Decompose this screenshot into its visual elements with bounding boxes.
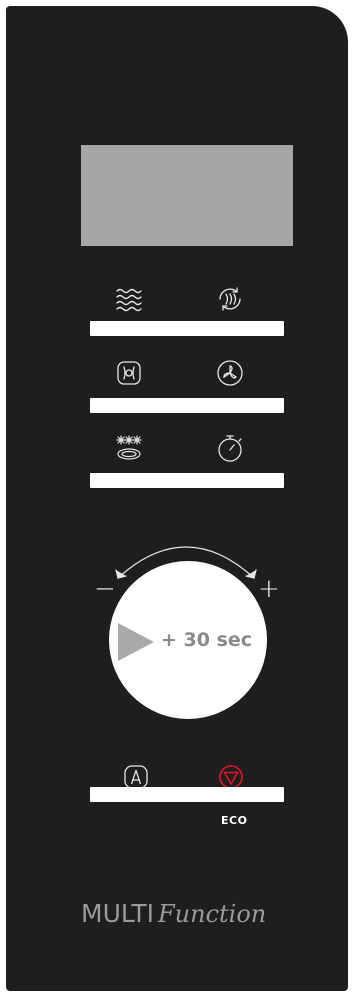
convection-fan-icon — [214, 357, 246, 389]
defrost-icon — [113, 432, 145, 464]
row-1-touch-bar[interactable] — [90, 321, 284, 336]
increase-symbol: + — [258, 574, 280, 604]
decrease-symbol: − — [94, 574, 116, 604]
timer-icon — [214, 432, 246, 464]
bottom-touch-bar[interactable] — [90, 787, 284, 802]
start-label: + 30 sec — [161, 629, 253, 651]
row-2-touch-bar[interactable] — [90, 398, 284, 413]
display-screen — [81, 145, 293, 246]
brand-multi: MULTI — [81, 899, 154, 928]
control-panel: − + + 30 sec ECO MULTI Function — [6, 6, 348, 991]
eco-label: ECO — [221, 814, 248, 827]
start-knob-button[interactable]: + 30 sec — [109, 561, 267, 719]
grill-fan-icon — [113, 357, 145, 389]
brand-function: Function — [158, 900, 267, 928]
brand-logo: MULTI Function — [81, 899, 266, 928]
microwave-waves-icon — [113, 283, 145, 315]
row-3-touch-bar[interactable] — [90, 473, 284, 488]
play-icon — [118, 623, 154, 661]
grill-microwave-combo-icon — [214, 283, 246, 315]
